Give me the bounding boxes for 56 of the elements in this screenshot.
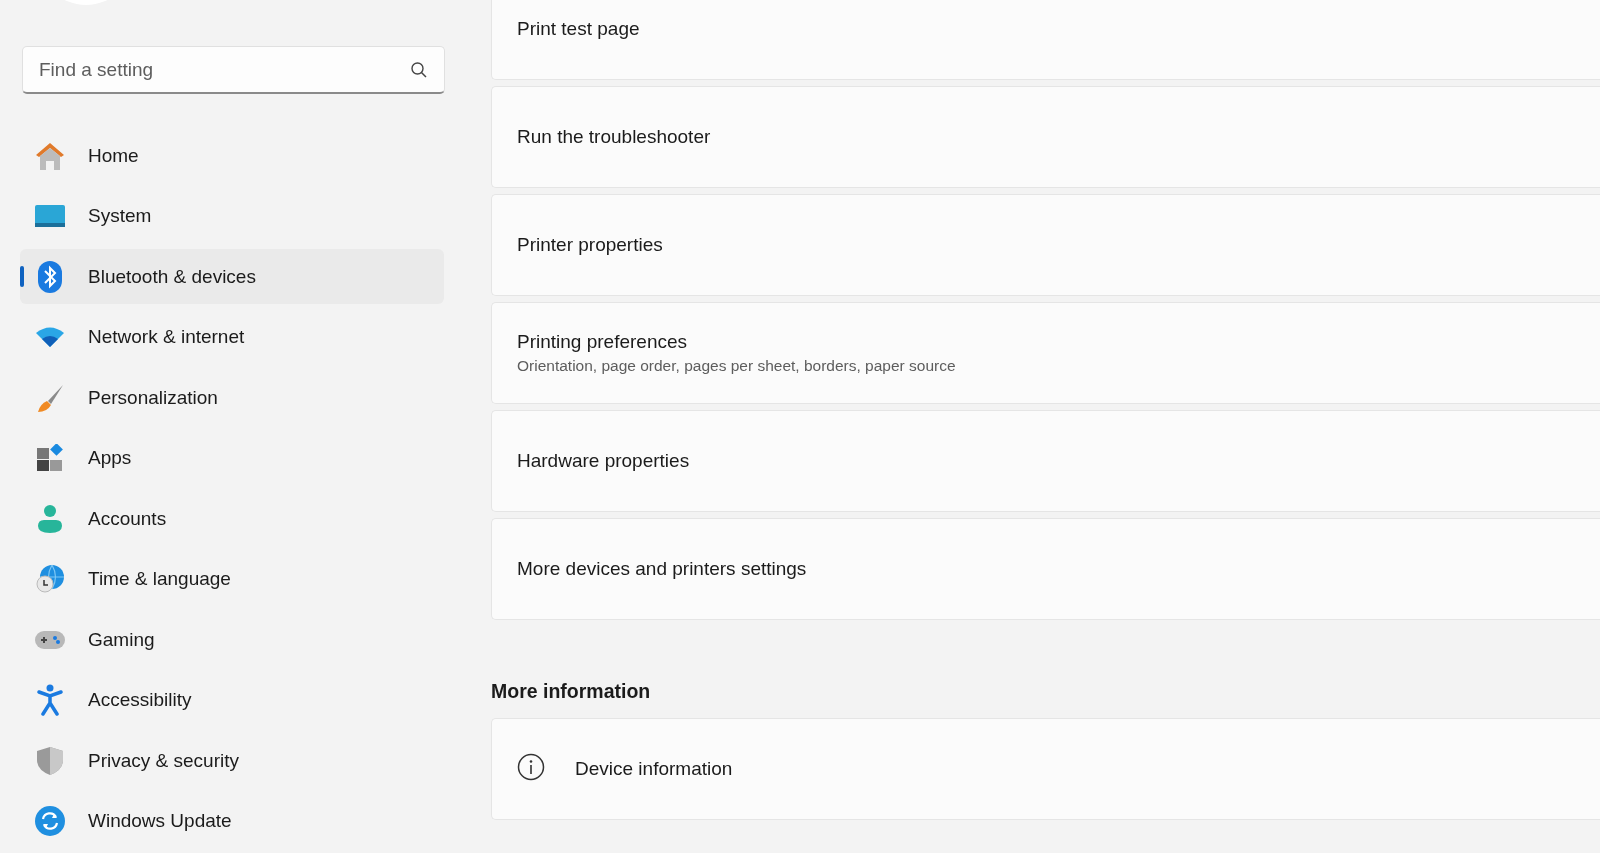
sync-icon <box>35 806 65 836</box>
globe-clock-icon <box>35 564 65 594</box>
nav-label: Bluetooth & devices <box>88 265 256 288</box>
settings-card[interactable]: Hardware properties <box>491 410 1600 512</box>
nav-label: Accessibility <box>88 689 192 711</box>
search-icon <box>410 60 428 79</box>
nav-item[interactable]: Home <box>20 128 444 183</box>
settings-card[interactable]: Device information <box>491 718 1600 820</box>
nav-label: Personalization <box>88 386 218 409</box>
settings-card[interactable]: Printing preferences Orientation, page order, pages per sheet, borders, paper source <box>491 302 1600 404</box>
info-icon <box>517 753 545 781</box>
monitor-icon <box>35 204 65 228</box>
apps-icon <box>36 444 64 472</box>
card-title: Printer properties <box>517 234 663 256</box>
card-description: Orientation, page order, pages per sheet, borders, paper source <box>517 357 956 375</box>
gamepad-icon <box>35 629 65 650</box>
house-icon <box>34 140 66 171</box>
card-title: More devices and printers settings <box>517 558 807 580</box>
search-field[interactable]: Find a setting <box>22 46 445 94</box>
accessibility-icon <box>37 684 63 716</box>
card-title: Run the troubleshooter <box>517 126 711 148</box>
nav-item[interactable]: System <box>20 188 444 244</box>
nav-item[interactable]: Bluetooth & devices <box>20 249 444 304</box>
selection-indicator <box>20 266 24 287</box>
nav-label: System <box>88 205 152 227</box>
nav-label: Accounts <box>88 507 167 530</box>
nav-label: Time & language <box>88 568 231 590</box>
settings-card[interactable]: Run the troubleshooter <box>491 86 1600 188</box>
nav-item[interactable]: Apps <box>20 430 444 486</box>
settings-card[interactable]: More devices and printers settings <box>491 518 1600 620</box>
nav-label: Privacy & security <box>88 749 239 772</box>
bluetooth-icon <box>38 260 62 293</box>
nav-item[interactable]: Privacy & security <box>20 733 444 788</box>
card-title: Printing preferences <box>517 331 689 353</box>
nav-label: Gaming <box>88 628 155 651</box>
nav-item[interactable]: Time & language <box>20 551 444 607</box>
wifi-icon <box>35 326 65 348</box>
settings-card[interactable]: Print test page <box>491 0 1600 80</box>
nav-label: Network & internet <box>88 326 245 348</box>
shield-icon <box>36 745 64 776</box>
card-title: Hardware properties <box>517 450 690 472</box>
card-title: Device information <box>575 758 733 780</box>
nav-item[interactable]: Windows Update <box>20 793 444 849</box>
nav-item[interactable]: Accounts <box>20 491 444 546</box>
settings-card[interactable]: Printer properties <box>491 194 1600 296</box>
nav-item[interactable]: Accessibility <box>20 672 444 728</box>
nav-item[interactable]: Gaming <box>20 612 444 667</box>
section-heading: More information <box>491 680 652 703</box>
nav-label: Home <box>88 144 139 167</box>
nav-label: Windows Update <box>88 810 232 832</box>
nav-label: Apps <box>88 447 132 469</box>
nav-item[interactable]: Personalization <box>20 370 444 425</box>
card-title: Print test page <box>517 18 640 40</box>
search-input[interactable]: Find a setting <box>39 58 410 81</box>
nav-item[interactable]: Network & internet <box>20 309 444 365</box>
person-icon <box>36 503 64 534</box>
